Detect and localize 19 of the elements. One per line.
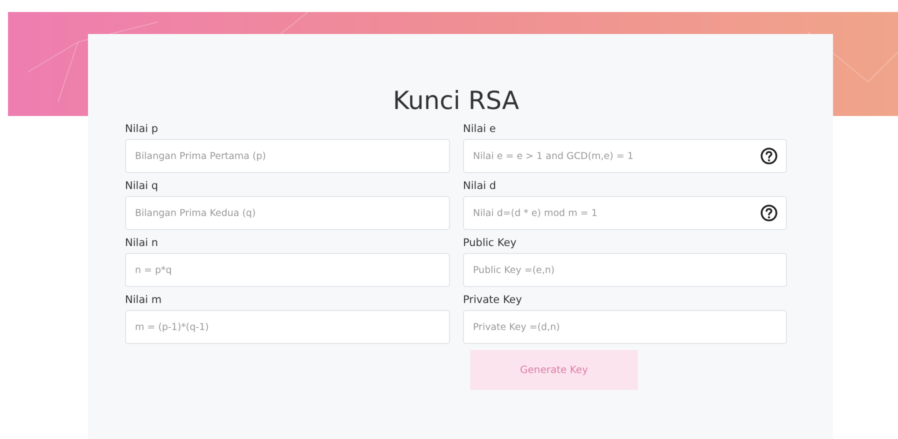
- input-field[interactable]: m = (p-1)*(q-1): [125, 310, 450, 344]
- field-label: Private Key: [463, 293, 523, 308]
- field-label: Nilai d: [463, 179, 498, 194]
- field-label: Nilai m: [125, 293, 163, 308]
- input-field[interactable]: Public Key =(e,n): [463, 253, 787, 287]
- help-icon[interactable]: [760, 147, 778, 165]
- field-label: Nilai e: [463, 122, 497, 137]
- input-field[interactable]: Bilangan Prima Kedua (q): [125, 196, 450, 230]
- input-field[interactable]: Private Key =(d,n): [463, 310, 787, 344]
- field-label: Nilai n: [125, 236, 160, 251]
- help-icon[interactable]: [760, 204, 778, 222]
- input-field[interactable]: Bilangan Prima Pertama (p): [125, 139, 450, 173]
- input-field[interactable]: Nilai d=(d * e) mod m = 1: [463, 196, 787, 230]
- field-label: Public Key: [463, 236, 518, 251]
- field-label: Nilai q: [125, 179, 160, 194]
- input-field[interactable]: Nilai e = e > 1 and GCD(m,e) = 1: [463, 139, 787, 173]
- field-label: Nilai p: [125, 122, 160, 137]
- input-field[interactable]: n = p*q: [125, 253, 450, 287]
- page-title: Kunci RSA: [392, 85, 520, 117]
